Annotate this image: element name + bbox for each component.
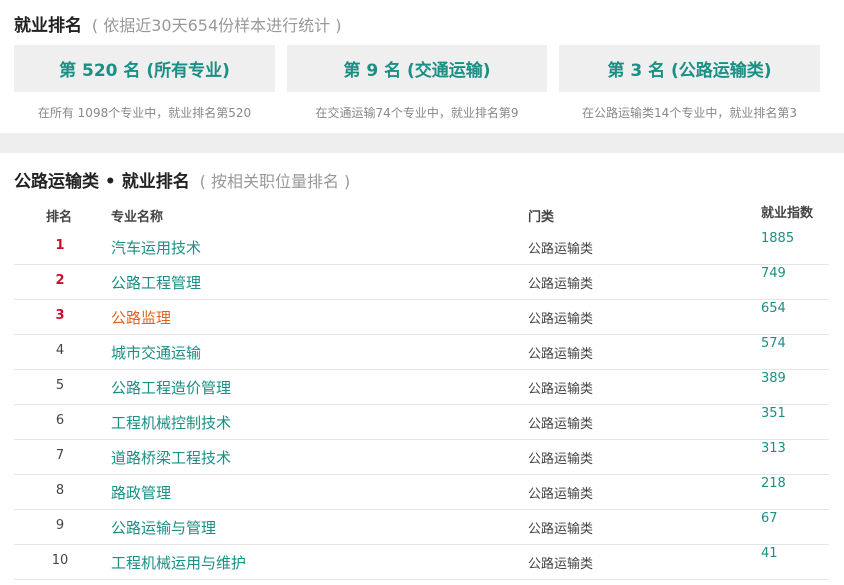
major-name-link[interactable]: 工程机械控制技术 [111, 412, 231, 433]
employment-index: 313 [761, 441, 786, 456]
table-row: 10 工程机械运用与维护 公路运输类 41 [14, 544, 829, 580]
rank-number: 9 [55, 518, 65, 533]
rank-card-all-majors: 第 520 名 (所有专业) [14, 45, 275, 92]
major-name-link[interactable]: 汽车运用技术 [111, 237, 201, 258]
rank-number: 1 [55, 238, 65, 253]
section-title-text: 就业排名 [14, 16, 82, 36]
major-name-link[interactable]: 公路工程管理 [111, 272, 201, 293]
rank-number: 8 [55, 483, 65, 498]
table-row: 1 汽车运用技术 公路运输类 1885 [14, 229, 829, 265]
major-name-link[interactable]: 工程机械运用与维护 [111, 552, 246, 573]
major-name-link[interactable]: 城市交通运输 [111, 342, 201, 363]
category-label: 公路运输类 [528, 522, 594, 537]
table-row: 6 工程机械控制技术 公路运输类 351 [14, 404, 829, 440]
employment-index: 218 [761, 476, 786, 491]
employment-index: 389 [761, 371, 786, 386]
table-row: 4 城市交通运输 公路运输类 574 [14, 334, 829, 370]
category-label: 公路运输类 [528, 242, 594, 257]
major-name-link[interactable]: 路政管理 [111, 482, 171, 503]
table-row: 9 公路运输与管理 公路运输类 67 [14, 509, 829, 545]
column-header-index: 就业指数 [761, 206, 814, 221]
rank-number: 6 [55, 413, 65, 428]
section-divider [0, 133, 844, 153]
rank-number: 10 [51, 553, 69, 568]
rank-number: 4 [55, 343, 65, 358]
rank-card-desc: 在公路运输类14个专业中，就业排名第3 [582, 106, 797, 120]
table-row: 3 公路监理 公路运输类 654 [14, 299, 829, 335]
employment-index: 654 [761, 301, 786, 316]
rank-number: 7 [55, 448, 65, 463]
category-label: 公路运输类 [528, 487, 594, 502]
table-row: 2 公路工程管理 公路运输类 749 [14, 264, 829, 300]
employment-index: 41 [761, 546, 778, 561]
rank-card-transport: 第 9 名 (交通运输) [287, 45, 547, 92]
employment-index: 67 [761, 511, 778, 526]
table-row: 5 公路工程造价管理 公路运输类 389 [14, 369, 829, 405]
category-label: 公路运输类 [528, 557, 594, 572]
category-ranking-title: 公路运输类 • 就业排名 ( 按相关职位量排名 ) [14, 167, 350, 192]
employment-index: 749 [761, 266, 786, 281]
rank-card-desc: 在所有 1098个专业中，就业排名第520 [37, 106, 252, 120]
category-label: 公路运输类 [528, 312, 594, 327]
column-header-category: 门类 [528, 210, 555, 225]
column-header-name: 专业名称 [111, 210, 164, 225]
employment-index: 351 [761, 406, 786, 421]
rank-number: 3 [55, 308, 65, 323]
major-name-link[interactable]: 公路监理 [111, 307, 171, 328]
category-label: 公路运输类 [528, 277, 594, 292]
category-label: 公路运输类 [528, 382, 594, 397]
column-header-rank: 排名 [46, 210, 73, 225]
rank-card-label: 第 9 名 (交通运输) [343, 61, 491, 81]
rank-number: 2 [55, 273, 65, 288]
table-row: 8 路政管理 公路运输类 218 [14, 474, 829, 510]
table-row: 7 道路桥梁工程技术 公路运输类 313 [14, 439, 829, 475]
employment-ranking-title: 就业排名 ( 依据近30天654份样本进行统计 ) [14, 11, 341, 36]
category-label: 公路运输类 [528, 452, 594, 467]
major-name-link[interactable]: 道路桥梁工程技术 [111, 447, 231, 468]
major-name-link[interactable]: 公路工程造价管理 [111, 377, 231, 398]
rank-card-desc: 在交通运输74个专业中，就业排名第9 [315, 106, 519, 120]
sample-note: ( 依据近30天654份样本进行统计 ) [91, 16, 342, 35]
ranking-basis-note: ( 按相关职位量排名 ) [199, 172, 351, 191]
employment-index: 1885 [761, 231, 795, 246]
category-label: 公路运输类 [528, 417, 594, 432]
rank-card-road-transport: 第 3 名 (公路运输类) [559, 45, 820, 92]
rank-card-label: 第 3 名 (公路运输类) [607, 61, 772, 81]
rank-number: 5 [55, 378, 65, 393]
category-label: 公路运输类 [528, 347, 594, 362]
section-title-text: 公路运输类 • 就业排名 [14, 172, 190, 192]
employment-index: 574 [761, 336, 786, 351]
major-name-link[interactable]: 公路运输与管理 [111, 517, 216, 538]
rank-card-label: 第 520 名 (所有专业) [59, 61, 230, 81]
